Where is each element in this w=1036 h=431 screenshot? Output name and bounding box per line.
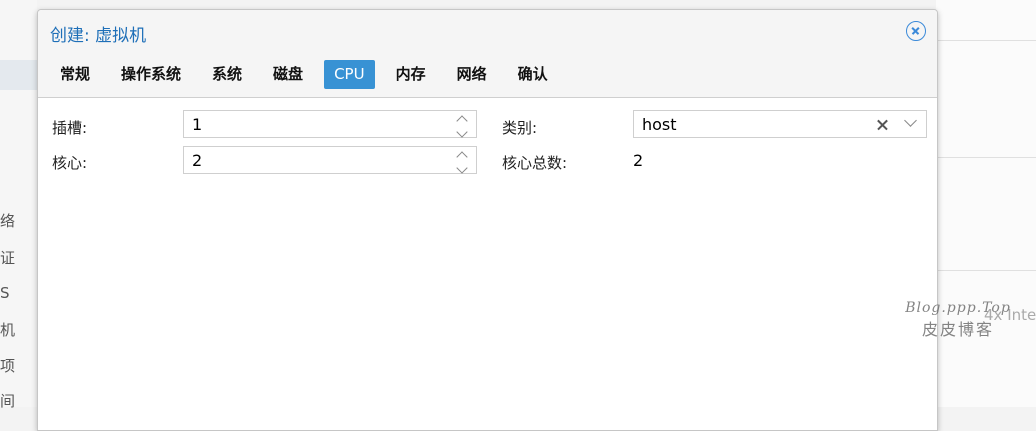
sockets-value[interactable]: 1 (192, 115, 202, 134)
background-nav-glyph: 证 (0, 249, 16, 267)
background-left-panel: 络 证 S 机 项 间 (0, 0, 37, 410)
sockets-stepper[interactable]: 1 (183, 110, 477, 138)
total-cores-value: 2 (633, 151, 644, 170)
sockets-label: 插槽: (52, 119, 88, 137)
background-divider (936, 40, 1036, 41)
stepper-arrows-icon[interactable] (456, 114, 468, 138)
dialog-title: 创建: 虚拟机 (50, 26, 147, 46)
chevron-down-icon[interactable] (904, 114, 917, 127)
tab-network[interactable]: 网络 (447, 60, 497, 89)
tab-system[interactable]: 系统 (202, 60, 252, 89)
cpu-type-value[interactable]: host (642, 115, 677, 134)
background-divider (936, 157, 1036, 158)
tab-memory[interactable]: 内存 (386, 60, 436, 89)
create-vm-dialog: 创建: 虚拟机 常规 操作系统 系统 磁盘 CPU 内存 网络 确认 插槽: 1… (37, 9, 938, 431)
dialog-header: 创建: 虚拟机 常规 操作系统 系统 磁盘 CPU 内存 网络 确认 (38, 10, 937, 98)
tab-cpu[interactable]: CPU (324, 60, 375, 89)
background-right-panel: 4x Inte (936, 0, 1036, 407)
cores-value[interactable]: 2 (192, 151, 202, 170)
total-cores-label: 核心总数: (502, 154, 568, 172)
stepper-arrows-icon[interactable] (456, 150, 468, 174)
background-nav-glyph: 项 (0, 357, 16, 375)
background-nav-glyph: S (0, 284, 10, 302)
background-selected-row (0, 60, 37, 90)
clear-icon[interactable] (876, 115, 890, 133)
tab-general[interactable]: 常规 (50, 60, 100, 89)
watermark-line2: 皮皮博客 (921, 320, 994, 339)
wizard-tabs: 常规 操作系统 系统 磁盘 CPU 内存 网络 确认 (50, 60, 569, 89)
background-nav-glyph: 机 (0, 321, 16, 339)
tab-os[interactable]: 操作系统 (111, 60, 191, 89)
background-nav-glyph: 间 (0, 392, 16, 410)
tab-confirm[interactable]: 确认 (508, 60, 558, 89)
close-icon[interactable] (906, 21, 926, 41)
watermark-line1: Blog.ppp.Top (905, 300, 1011, 316)
tab-disks[interactable]: 磁盘 (263, 60, 313, 89)
cores-stepper[interactable]: 2 (183, 146, 477, 174)
watermark: Blog.ppp.Top 皮皮博客 (898, 300, 1018, 340)
background-nav-glyph: 络 (0, 212, 16, 230)
background-divider (936, 270, 1036, 271)
cpu-type-label: 类别: (502, 119, 538, 137)
cores-label: 核心: (52, 154, 88, 172)
cpu-type-select[interactable]: host (633, 110, 927, 138)
